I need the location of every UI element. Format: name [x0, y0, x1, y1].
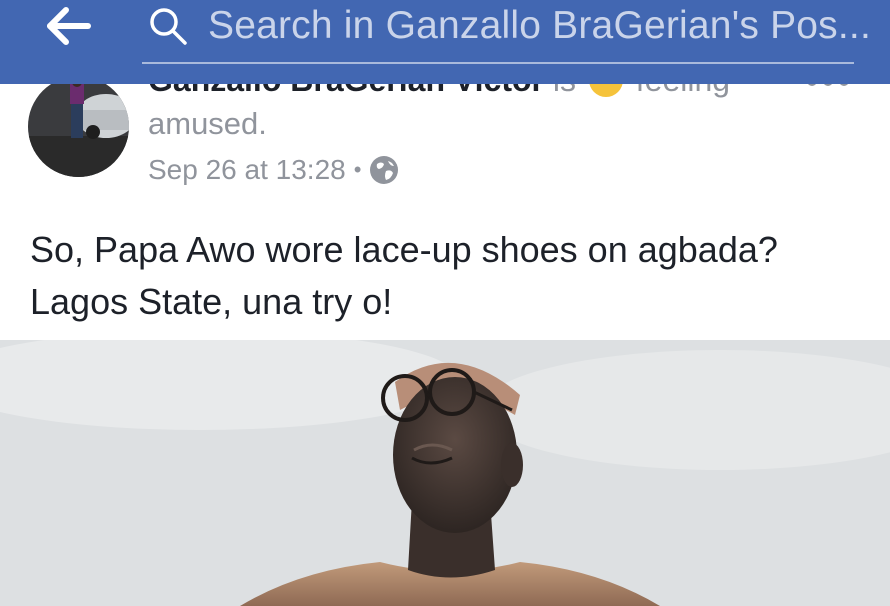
search-icon — [150, 8, 187, 45]
post-card: Ganzallo BraGerian Victor is feeling amu… — [0, 62, 890, 606]
avatar-photo — [28, 76, 129, 177]
back-button[interactable] — [46, 6, 92, 46]
back-arrow-icon — [47, 7, 91, 45]
post-timestamp[interactable]: Sep 26 at 13:28 — [148, 154, 346, 186]
feeling-value: amused. — [148, 106, 267, 141]
post-body: So, Papa Awo wore lace-up shoes on agbad… — [30, 224, 860, 328]
search-placeholder: Search in Ganzallo BraGerian's Pos... — [208, 4, 871, 47]
avatar[interactable] — [28, 76, 129, 177]
post-meta: Sep 26 at 13:28 • — [148, 154, 399, 186]
meta-separator: • — [353, 157, 362, 182]
globe-icon[interactable] — [369, 155, 399, 185]
search-input[interactable]: Search in Ganzallo BraGerian's Pos... — [142, 0, 871, 64]
top-search-bar: Search in Ganzallo BraGerian's Pos... — [0, 0, 890, 84]
statue-photo — [0, 340, 890, 606]
post-photo[interactable] — [0, 340, 890, 606]
post-text-line-2: Lagos State, una try o! — [30, 281, 393, 322]
post-text-line-1: So, Papa Awo wore lace-up shoes on agbad… — [30, 229, 778, 270]
